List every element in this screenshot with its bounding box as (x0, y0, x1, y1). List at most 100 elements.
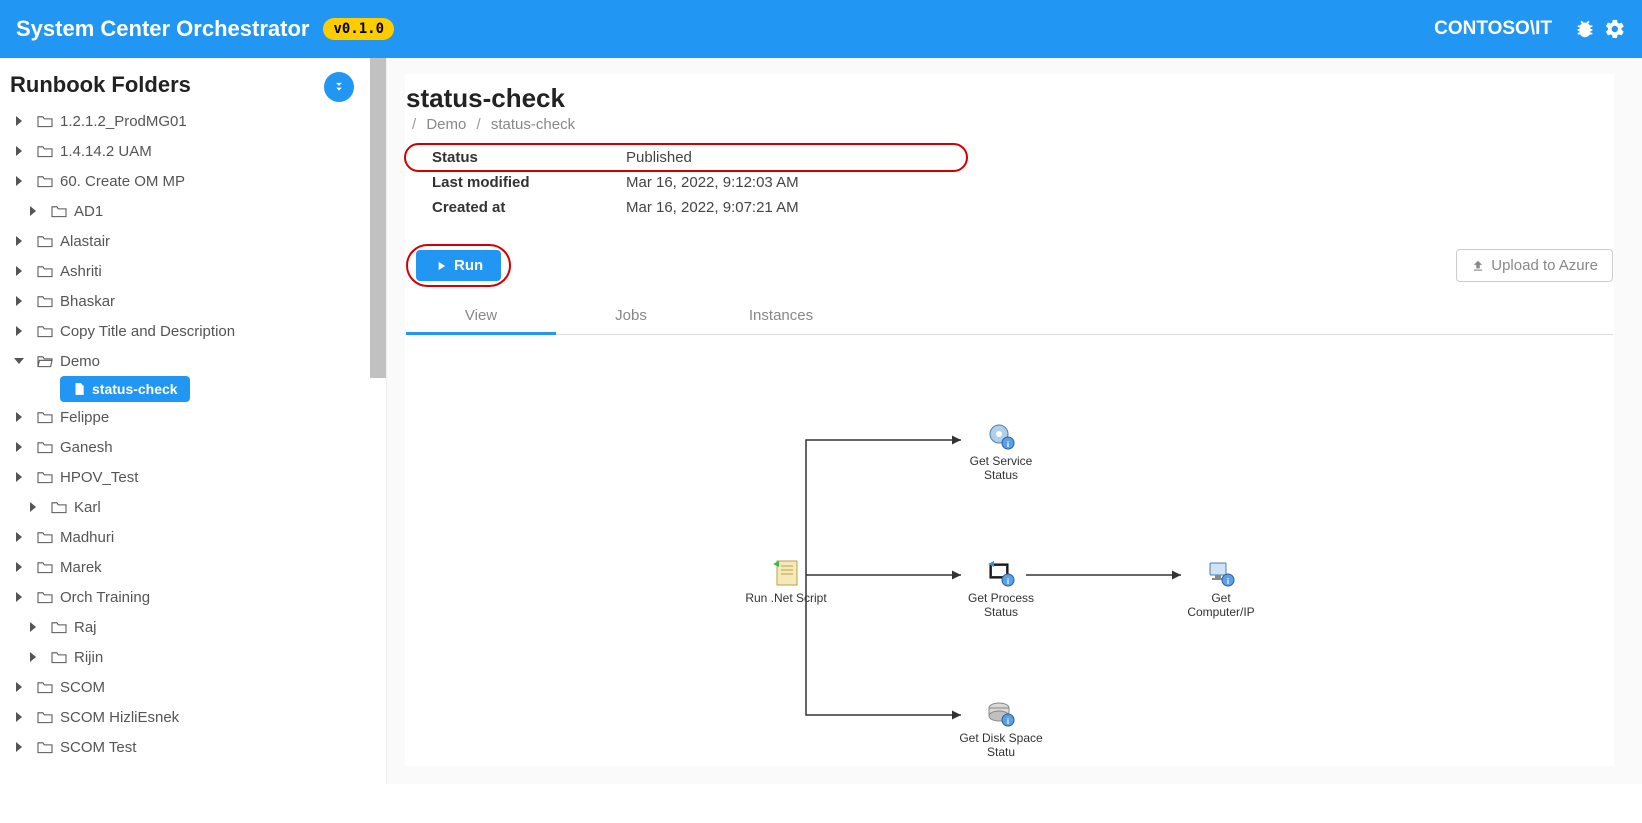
folder-label: Ganesh (60, 439, 113, 456)
actions-row: Run Upload to Azure (406, 244, 1613, 287)
folder-label: Madhuri (60, 529, 114, 546)
process-info-icon: i (986, 558, 1016, 588)
node-run-script[interactable]: Run .Net Script (741, 557, 831, 605)
svg-text:i: i (1007, 440, 1009, 449)
sidebar-item-demo[interactable]: Demo (14, 346, 378, 376)
sidebar-item-60-create-om-mp[interactable]: 60. Create OM MP (14, 166, 378, 196)
upload-button[interactable]: Upload to Azure (1456, 249, 1613, 282)
node-get-service[interactable]: i Get Service Status (956, 420, 1046, 482)
status-row: Status Published (406, 145, 966, 170)
upload-label: Upload to Azure (1491, 257, 1598, 274)
sidebar-item-scom-test[interactable]: SCOM Test (14, 732, 378, 762)
node-label: Get Service Status (956, 454, 1046, 482)
gear-info-icon: i (986, 421, 1016, 451)
created-label: Created at (406, 195, 616, 220)
sidebar-item-scom-hizliesnek[interactable]: SCOM HizliEsnek (14, 702, 378, 732)
node-label: Get Disk Space Statu (956, 731, 1046, 759)
app-title: System Center Orchestrator (16, 16, 309, 42)
folder-label: Alastair (60, 233, 110, 250)
sidebar-item-madhuri[interactable]: Madhuri (14, 522, 378, 552)
sidebar-item-orch-training[interactable]: Orch Training (14, 582, 378, 612)
folder-label: 1.2.1.2_ProdMG01 (60, 113, 187, 130)
status-label: Status (406, 145, 616, 170)
sidebar-item-ashriti[interactable]: Ashriti (14, 256, 378, 286)
svg-text:i: i (1007, 717, 1009, 726)
node-label: Get Process Status (956, 591, 1046, 619)
status-value: Published (616, 145, 966, 170)
folder-tree: 1.2.1.2_ProdMG01 1.4.14.2 UAM 60. Create O… (0, 106, 386, 782)
sidebar-item-marek[interactable]: Marek (14, 552, 378, 582)
folder-label: Raj (74, 619, 97, 636)
chevron-double-icon (332, 80, 346, 94)
sidebar: Runbook Folders 1.2.1.2_ProdMG011.4.14.2… (0, 58, 387, 784)
folder-label: Bhaskar (60, 293, 115, 310)
folder-label: AD1 (74, 203, 103, 220)
folder-label: SCOM Test (60, 739, 136, 756)
bug-icon[interactable] (1574, 18, 1596, 40)
breadcrumb-root[interactable]: Demo (426, 116, 466, 133)
breadcrumb: / Demo / status-check (406, 116, 1613, 133)
node-get-disk[interactable]: i Get Disk Space Statu (956, 697, 1046, 759)
tab-instances[interactable]: Instances (706, 297, 856, 334)
folder-label: SCOM (60, 679, 105, 696)
folder-label: Copy Title and Description (60, 323, 235, 340)
svg-text:i: i (1227, 577, 1229, 586)
sidebar-item-raj[interactable]: Raj (14, 612, 378, 642)
version-pill: v0.1.0 (323, 18, 394, 40)
sidebar-item-karl[interactable]: Karl (14, 492, 378, 522)
sidebar-item-alastair[interactable]: Alastair (14, 226, 378, 256)
modified-label: Last modified (406, 170, 616, 195)
tab-view[interactable]: View (406, 297, 556, 334)
folder-label: 60. Create OM MP (60, 173, 185, 190)
folder-label: Ashriti (60, 263, 102, 280)
breadcrumb-current: status-check (491, 116, 575, 133)
sidebar-item-rijin[interactable]: Rijin (14, 642, 378, 672)
created-value: Mar 16, 2022, 9:07:21 AM (616, 195, 966, 220)
gear-icon[interactable] (1604, 18, 1626, 40)
node-get-process[interactable]: i Get Process Status (956, 557, 1046, 619)
folder-label: Marek (60, 559, 102, 576)
folder-label: Demo (60, 353, 100, 370)
folder-label: HPOV_Test (60, 469, 138, 486)
run-label: Run (454, 257, 483, 274)
sidebar-item-felippe[interactable]: Felippe (14, 402, 378, 432)
play-icon (434, 259, 448, 273)
run-button[interactable]: Run (416, 250, 501, 281)
user-label: CONTOSO\IT (1434, 18, 1552, 40)
page-title: status-check (406, 83, 1613, 114)
folder-label: SCOM HizliEsnek (60, 709, 179, 726)
node-label: Get Computer/IP (1176, 591, 1266, 619)
run-highlight: Run (406, 244, 511, 287)
sidebar-item-1-2-1-2-prodmg01[interactable]: 1.2.1.2_ProdMG01 (14, 106, 378, 136)
sidebar-item-hpov-test[interactable]: HPOV_Test (14, 462, 378, 492)
runbook-item-status-check[interactable]: status-check (60, 376, 190, 402)
svg-text:i: i (1007, 577, 1009, 586)
computer-info-icon: i (1206, 558, 1236, 588)
modified-value: Mar 16, 2022, 9:12:03 AM (616, 170, 966, 195)
runbook-label: status-check (92, 381, 178, 397)
folder-label: Karl (74, 499, 101, 516)
folder-label: Felippe (60, 409, 109, 426)
sidebar-item-scom[interactable]: SCOM (14, 672, 378, 702)
collapse-button[interactable] (324, 72, 354, 102)
sidebar-item-copy-title-and-description[interactable]: Copy Title and Description (14, 316, 378, 346)
diagram: Run .Net Script i Get Service Status i G… (406, 345, 1613, 765)
content-area: status-check / Demo / status-check Statu… (387, 58, 1642, 784)
node-get-computer[interactable]: i Get Computer/IP (1176, 557, 1266, 619)
sidebar-item-bhaskar[interactable]: Bhaskar (14, 286, 378, 316)
sidebar-item-1-4-14-2-uam[interactable]: 1.4.14.2 UAM (14, 136, 378, 166)
folder-label: Orch Training (60, 589, 150, 606)
folder-label: 1.4.14.2 UAM (60, 143, 152, 160)
scrollbar-thumb[interactable] (370, 58, 386, 378)
script-icon (771, 558, 801, 588)
sidebar-item-ganesh[interactable]: Ganesh (14, 432, 378, 462)
topbar: System Center Orchestrator v0.1.0 CONTOS… (0, 0, 1642, 58)
upload-icon (1471, 259, 1485, 273)
folder-label: Rijin (74, 649, 103, 666)
info-table: Status Published Last modified Mar 16, 2… (406, 145, 966, 220)
tab-jobs[interactable]: Jobs (556, 297, 706, 334)
tabs: ViewJobsInstances (406, 297, 1613, 335)
node-label: Run .Net Script (741, 591, 831, 605)
sidebar-item-ad1[interactable]: AD1 (14, 196, 378, 226)
disk-info-icon: i (986, 698, 1016, 728)
